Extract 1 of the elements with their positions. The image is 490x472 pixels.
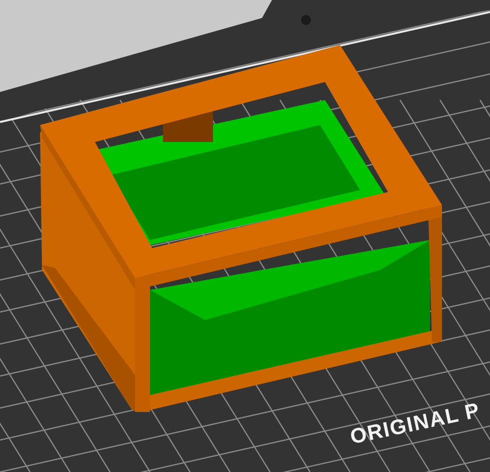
bed-label: ORIGINAL P (348, 398, 482, 449)
